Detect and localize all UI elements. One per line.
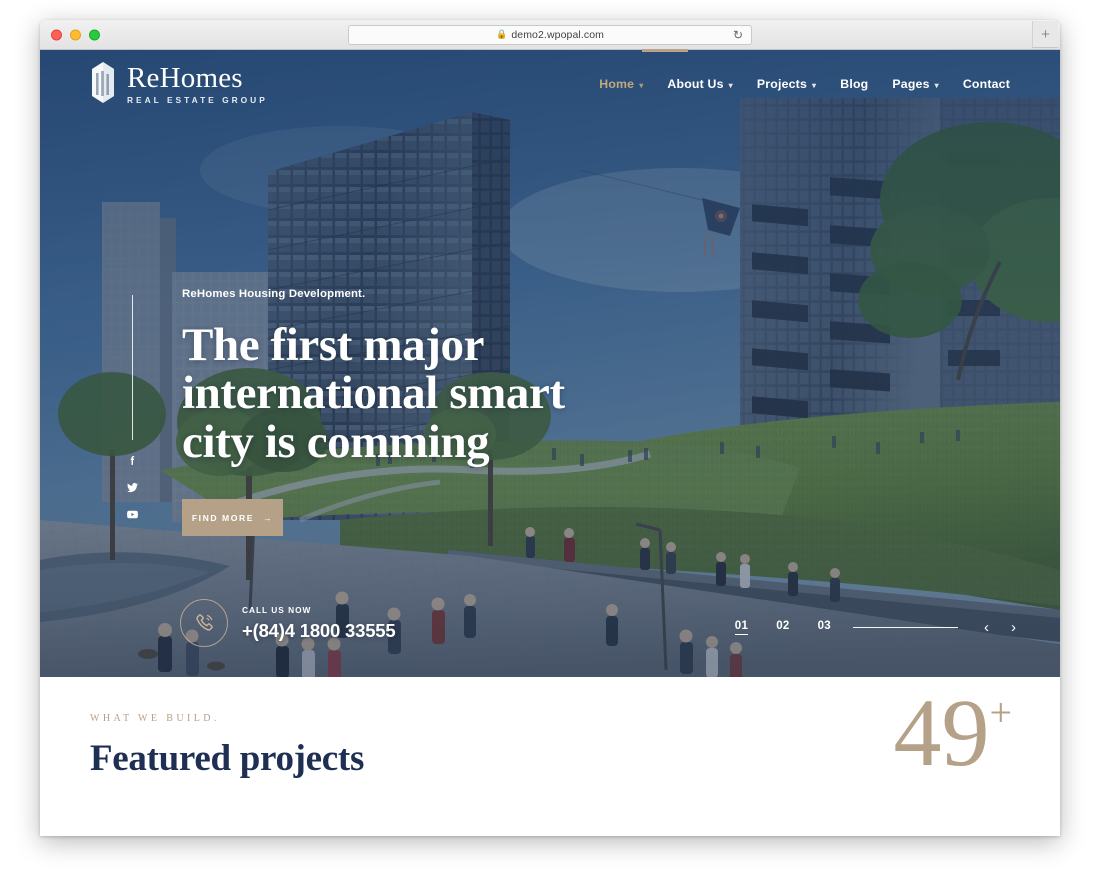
brand-logo[interactable]: ReHomes REAL ESTATE GROUP bbox=[90, 61, 268, 107]
slider-controls: 01 02 03 ‹ › bbox=[734, 620, 1016, 635]
call-us-number[interactable]: +(84)4 1800 33555 bbox=[242, 620, 396, 642]
nav-label-home: Home bbox=[599, 77, 635, 91]
call-us-label: CALL US NOW bbox=[242, 604, 312, 615]
nav-item-pages[interactable]: Pages ▾ bbox=[892, 77, 938, 91]
new-tab-button[interactable]: + bbox=[1032, 21, 1058, 48]
social-links bbox=[126, 454, 139, 521]
url-display: 🔒 demo2.wpopal.com bbox=[496, 29, 604, 41]
building-logo-icon bbox=[92, 61, 114, 103]
nav-item-blog[interactable]: Blog bbox=[840, 77, 868, 91]
hero-eyebrow: ReHomes Housing Development. bbox=[182, 288, 366, 300]
maximize-window-button[interactable] bbox=[89, 29, 100, 40]
slider-pagination: 01 02 03 bbox=[734, 620, 831, 635]
main-navigation: Home ▾ About Us ▾ Projects ▾ Blog Pages … bbox=[599, 77, 1010, 91]
chevron-down-icon: ▾ bbox=[728, 80, 733, 90]
chevron-down-icon: ▾ bbox=[639, 80, 644, 90]
nav-label-blog: Blog bbox=[840, 77, 869, 91]
hero-title-line-1: The first major bbox=[182, 319, 485, 371]
slide-indicator-01[interactable]: 01 bbox=[734, 620, 749, 635]
nav-label-pages: Pages bbox=[892, 77, 930, 91]
featured-count-suffix: + bbox=[989, 690, 1012, 735]
brand-name: ReHomes bbox=[127, 61, 243, 94]
browser-toolbar: 🔒 demo2.wpopal.com ↻ + bbox=[40, 20, 1060, 50]
close-window-button[interactable] bbox=[51, 29, 62, 40]
nav-item-home[interactable]: Home ▾ bbox=[599, 77, 643, 91]
slider-arrows: ‹ › bbox=[984, 620, 1016, 635]
youtube-icon[interactable] bbox=[126, 508, 139, 521]
nav-item-about-us[interactable]: About Us ▾ bbox=[667, 77, 732, 91]
call-text-group: CALL US NOW +(84)4 1800 33555 bbox=[242, 604, 396, 642]
chevron-down-icon: ▾ bbox=[934, 80, 939, 90]
arrow-right-icon: → bbox=[263, 512, 274, 523]
nav-item-contact[interactable]: Contact bbox=[963, 77, 1010, 91]
phone-icon-circle[interactable] bbox=[180, 599, 228, 647]
url-text: demo2.wpopal.com bbox=[511, 28, 604, 41]
hero-content: ReHomes Housing Development. The first m… bbox=[182, 288, 742, 537]
call-us-block: CALL US NOW +(84)4 1800 33555 bbox=[180, 599, 396, 647]
featured-count-number: 49 bbox=[893, 679, 990, 786]
nav-label-contact: Contact bbox=[962, 77, 1010, 91]
brand-tagline: REAL ESTATE GROUP bbox=[127, 94, 268, 105]
browser-window: 🔒 demo2.wpopal.com ↻ + ReHomes REAL ESTA… bbox=[40, 20, 1060, 836]
slide-indicator-02[interactable]: 02 bbox=[776, 620, 789, 635]
vertical-accent-line bbox=[132, 295, 133, 440]
facebook-icon[interactable] bbox=[126, 454, 139, 467]
address-bar[interactable]: 🔒 demo2.wpopal.com ↻ bbox=[348, 24, 752, 45]
featured-title: Featured projects bbox=[90, 738, 365, 779]
chevron-down-icon: ▾ bbox=[812, 80, 817, 90]
reload-icon[interactable]: ↻ bbox=[733, 29, 743, 41]
find-more-button[interactable]: FIND MORE → bbox=[182, 499, 283, 537]
hero-banner: ReHomes REAL ESTATE GROUP Home ▾ About U… bbox=[40, 50, 1060, 677]
nav-label-about-us: About Us bbox=[667, 77, 724, 91]
slide-indicator-03[interactable]: 03 bbox=[818, 620, 831, 635]
hero-title: The first major international smart city… bbox=[182, 319, 742, 468]
nav-label-projects: Projects bbox=[756, 77, 808, 91]
lock-icon: 🔒 bbox=[496, 29, 508, 39]
brand-text: ReHomes REAL ESTATE GROUP bbox=[127, 61, 268, 105]
site-header: ReHomes REAL ESTATE GROUP Home ▾ About U… bbox=[40, 50, 1060, 118]
hero-title-line-2: international smart bbox=[182, 367, 565, 420]
featured-project-count: 49 + bbox=[893, 685, 1012, 781]
twitter-icon[interactable] bbox=[126, 481, 139, 494]
nav-item-projects[interactable]: Projects ▾ bbox=[757, 77, 816, 91]
hero-left-rail bbox=[126, 295, 139, 521]
find-more-label: FIND MORE bbox=[191, 512, 254, 523]
next-slide-arrow-icon[interactable]: › bbox=[1011, 620, 1016, 635]
new-tab-label: + bbox=[1041, 25, 1050, 43]
window-traffic-lights bbox=[51, 29, 100, 40]
page-viewport: ReHomes REAL ESTATE GROUP Home ▾ About U… bbox=[40, 50, 1060, 836]
prev-slide-arrow-icon[interactable]: ‹ bbox=[984, 620, 989, 635]
slider-progress-track bbox=[853, 626, 958, 629]
phone-icon bbox=[196, 614, 213, 631]
featured-eyebrow: WHAT WE BUILD. bbox=[90, 713, 220, 724]
featured-projects-section: WHAT WE BUILD. Featured projects 49 + bbox=[40, 677, 1060, 836]
hero-title-line-3: city is comming bbox=[182, 415, 490, 468]
minimize-window-button[interactable] bbox=[70, 29, 81, 40]
